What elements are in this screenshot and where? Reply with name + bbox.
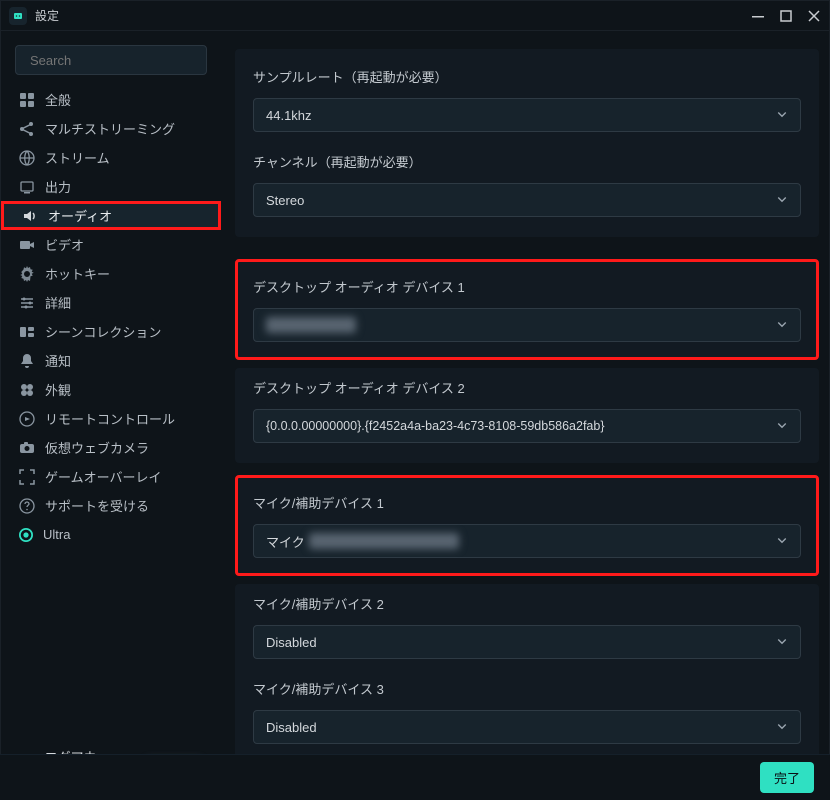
app-icon [9, 7, 27, 25]
sidebar-item-label: 詳細 [45, 293, 71, 312]
sidebar-item-scene-collection[interactable]: シーンコレクション [1, 317, 221, 346]
select-value: Disabled [266, 720, 317, 735]
desktop-audio-2-label: デスクトップ オーディオ デバイス 2 [253, 378, 801, 397]
sample-rate-label: サンプルレート（再起動が必要） [253, 67, 801, 86]
sidebar-item-label: ゲームオーバーレイ [45, 467, 161, 486]
volume-icon [22, 208, 38, 224]
desktop-audio-1-select[interactable] [253, 308, 801, 342]
select-value-prefix: マイク [266, 532, 305, 551]
sidebar-item-hotkeys[interactable]: ホットキー [1, 259, 221, 288]
search-input[interactable] [15, 45, 207, 75]
select-value: 44.1khz [266, 108, 312, 123]
sidebar-item-label: 通知 [45, 351, 71, 370]
mic-1-select[interactable]: マイク [253, 524, 801, 558]
sidebar-item-label: 出力 [45, 177, 71, 196]
window-title: 設定 [35, 7, 59, 24]
mic-3-select[interactable]: Disabled [253, 710, 801, 744]
sidebar-item-label: 仮想ウェブカメラ [45, 438, 149, 457]
bell-icon [19, 353, 35, 369]
select-value: {0.0.0.00000000}.{f2452a4a-ba23-4c73-810… [266, 419, 605, 433]
sidebar-item-multistream[interactable]: マルチストリーミング [1, 114, 221, 143]
sidebar-item-label: 外観 [45, 380, 71, 399]
sidebar-item-label: オーディオ [48, 206, 112, 225]
sidebar-item-general[interactable]: 全般 [1, 85, 221, 114]
sample-rate-select[interactable]: 44.1khz [253, 98, 801, 132]
sidebar-item-ultra[interactable]: Ultra [1, 520, 221, 549]
channels-select[interactable]: Stereo [253, 183, 801, 217]
sidebar-item-advanced[interactable]: 詳細 [1, 288, 221, 317]
sidebar-item-output[interactable]: 出力 [1, 172, 221, 201]
panel-desktop-audio-1: デスクトップ オーディオ デバイス 1 [235, 259, 819, 360]
video-icon [19, 237, 35, 253]
channels-label: チャンネル（再起動が必要） [253, 152, 801, 171]
globe-icon [19, 150, 35, 166]
sidebar-item-support[interactable]: サポートを受ける [1, 491, 221, 520]
search-field[interactable] [30, 53, 206, 68]
select-value-blurred [266, 317, 356, 333]
panel-desktop-audio-2: デスクトップ オーディオ デバイス 2 {0.0.0.00000000}.{f2… [235, 368, 819, 463]
sidebar-item-label: 全般 [45, 90, 71, 109]
main-content: サンプルレート（再起動が必要） 44.1khz チャンネル（再起動が必要） St… [221, 31, 829, 799]
chevron-down-icon [776, 108, 788, 123]
sidebar-item-label: ビデオ [45, 235, 84, 254]
chevron-down-icon [776, 419, 788, 434]
mic-3-label: マイク/補助デバイス 3 [253, 679, 801, 698]
panel-mic-2-3: マイク/補助デバイス 2 Disabled マイク/補助デバイス 3 Disab… [235, 584, 819, 764]
mic-1-label: マイク/補助デバイス 1 [253, 493, 801, 512]
select-value-blurred [309, 533, 459, 549]
sidebar-item-label: リモートコントロール [45, 409, 175, 428]
help-icon [19, 498, 35, 514]
sidebar-item-label: ストリーム [45, 148, 110, 167]
gear-icon [19, 266, 35, 282]
sidebar-item-label: Ultra [43, 527, 70, 542]
remote-icon [19, 411, 35, 427]
camera-icon [19, 440, 35, 456]
titlebar: 設定 [1, 1, 829, 31]
share-icon [19, 121, 35, 137]
mic-2-label: マイク/補助デバイス 2 [253, 594, 801, 613]
minimize-button[interactable] [751, 9, 765, 23]
close-button[interactable] [807, 9, 821, 23]
ultra-icon [19, 528, 33, 542]
sidebar-item-notifications[interactable]: 通知 [1, 346, 221, 375]
done-button[interactable]: 完了 [760, 762, 814, 793]
bottom-bar: 完了 [0, 754, 830, 800]
sidebar-item-label: サポートを受ける [45, 496, 149, 515]
chevron-down-icon [776, 534, 788, 549]
sidebar-item-stream[interactable]: ストリーム [1, 143, 221, 172]
appearance-icon [19, 382, 35, 398]
output-icon [19, 179, 35, 195]
sidebar-item-video[interactable]: ビデオ [1, 230, 221, 259]
sidebar-item-appearance[interactable]: 外観 [1, 375, 221, 404]
maximize-button[interactable] [779, 9, 793, 23]
sidebar-item-label: シーンコレクション [45, 322, 161, 341]
chevron-down-icon [776, 720, 788, 735]
expand-icon [19, 469, 35, 485]
chevron-down-icon [776, 318, 788, 333]
select-value: Stereo [266, 193, 304, 208]
sidebar-item-remote[interactable]: リモートコントロール [1, 404, 221, 433]
sliders-icon [19, 295, 35, 311]
desktop-audio-1-label: デスクトップ オーディオ デバイス 1 [253, 277, 801, 296]
chevron-down-icon [776, 635, 788, 650]
panel-general-audio: サンプルレート（再起動が必要） 44.1khz チャンネル（再起動が必要） St… [235, 49, 819, 237]
sidebar-item-label: マルチストリーミング [45, 119, 175, 138]
sidebar: 全般 マルチストリーミング ストリーム 出力 オーディオ ビデオ ホットキー 詳… [1, 31, 221, 799]
sidebar-item-label: ホットキー [45, 264, 110, 283]
collection-icon [19, 324, 35, 340]
sidebar-item-overlay[interactable]: ゲームオーバーレイ [1, 462, 221, 491]
sidebar-item-virtualcam[interactable]: 仮想ウェブカメラ [1, 433, 221, 462]
grid-icon [19, 92, 35, 108]
select-value: Disabled [266, 635, 317, 650]
chevron-down-icon [776, 193, 788, 208]
mic-2-select[interactable]: Disabled [253, 625, 801, 659]
desktop-audio-2-select[interactable]: {0.0.0.00000000}.{f2452a4a-ba23-4c73-810… [253, 409, 801, 443]
panel-mic-1: マイク/補助デバイス 1 マイク [235, 475, 819, 576]
sidebar-item-audio[interactable]: オーディオ [1, 201, 221, 230]
